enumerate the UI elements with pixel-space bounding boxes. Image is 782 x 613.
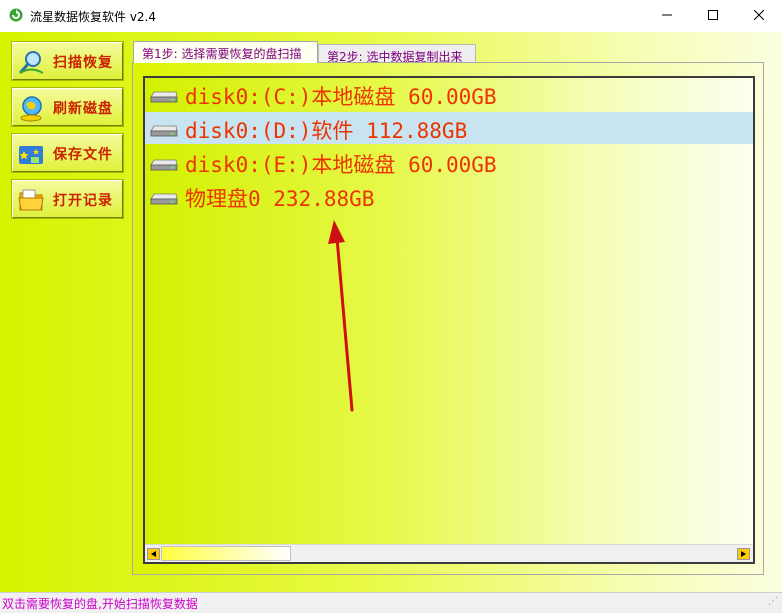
tab-step1[interactable]: 第1步: 选择需要恢复的盘扫描	[133, 41, 318, 63]
maximize-icon	[708, 10, 718, 20]
maximize-button[interactable]	[690, 0, 736, 30]
open-record-button[interactable]: 打开记录	[12, 180, 123, 218]
hard-drive-icon	[150, 193, 178, 205]
refresh-disk-button[interactable]: 刷新磁盘	[12, 88, 123, 126]
disk-item-label: disk0:(C:)本地磁盘 60.00GB	[185, 85, 497, 109]
hard-drive-icon	[150, 91, 178, 103]
hard-drive-icon	[150, 125, 178, 137]
close-icon	[754, 10, 764, 20]
save-file-button[interactable]: 保存文件	[12, 134, 123, 172]
resize-grip-icon[interactable]: ⋰	[768, 596, 778, 607]
scroll-right-button[interactable]	[737, 548, 750, 560]
magnifier-icon	[19, 51, 44, 74]
hard-drive-icon	[150, 159, 178, 171]
save-file-label: 保存文件	[53, 147, 113, 163]
arrow-left-icon	[150, 551, 156, 557]
disk-item-d[interactable]: disk0:(D:)软件 112.88GB	[145, 112, 753, 144]
app-logo-icon	[9, 8, 23, 22]
minimize-icon	[662, 14, 672, 16]
disk-item-label: disk0:(E:)本地磁盘 60.00GB	[185, 153, 497, 177]
scrollbar-thumb[interactable]	[161, 546, 291, 561]
disk-item-c[interactable]: disk0:(C:)本地磁盘 60.00GB	[145, 78, 753, 110]
horizontal-scrollbar[interactable]	[145, 544, 753, 562]
arrow-right-icon	[740, 551, 746, 557]
disk-item-label: 物理盘0 232.88GB	[185, 187, 375, 211]
refresh-globe-icon	[20, 96, 42, 122]
save-stars-icon	[19, 146, 43, 164]
title-bar: 流星数据恢复软件 v2.4	[0, 0, 782, 32]
disk-item-physical0[interactable]: 物理盘0 232.88GB	[145, 180, 753, 212]
status-text: 双击需要恢复的盘,开始扫描恢复数据	[2, 597, 198, 611]
scroll-left-button[interactable]	[147, 548, 160, 560]
open-record-label: 打开记录	[53, 193, 113, 209]
tab-step2[interactable]: 第2步: 选中数据复制出来	[318, 44, 476, 64]
disk-item-e[interactable]: disk0:(E:)本地磁盘 60.00GB	[145, 146, 753, 178]
minimize-button[interactable]	[644, 0, 690, 30]
close-button[interactable]	[736, 0, 782, 30]
disk-list[interactable]: disk0:(C:)本地磁盘 60.00GB disk0:(D:)软件 112.…	[143, 76, 755, 564]
status-bar: 双击需要恢复的盘,开始扫描恢复数据 ⋰	[0, 592, 782, 613]
scan-recover-label: 扫描恢复	[53, 55, 113, 71]
scan-recover-button[interactable]: 扫描恢复	[12, 42, 123, 80]
window-title: 流星数据恢复软件 v2.4	[30, 10, 157, 24]
disk-item-label: disk0:(D:)软件 112.88GB	[185, 119, 468, 143]
refresh-disk-label: 刷新磁盘	[53, 101, 113, 117]
folder-icon	[18, 189, 44, 211]
